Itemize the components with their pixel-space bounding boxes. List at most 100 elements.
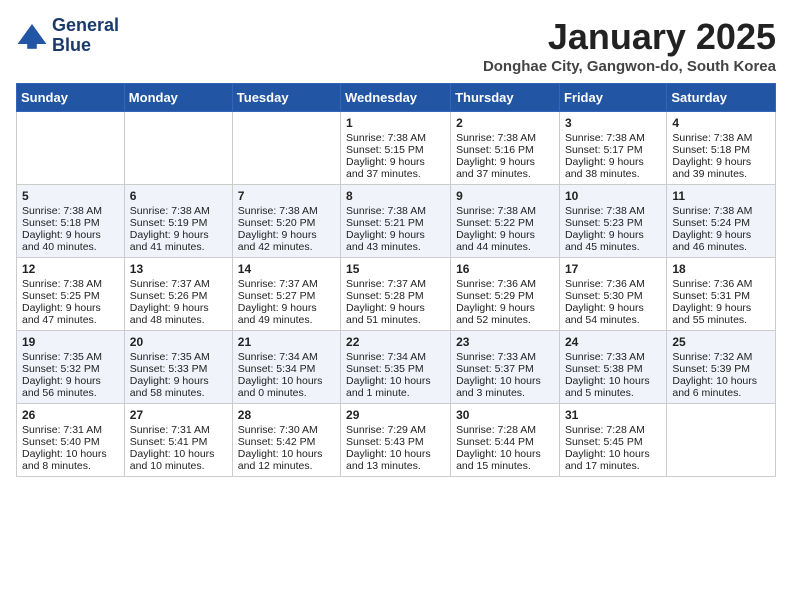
day-info: and 43 minutes. — [346, 241, 445, 253]
day-info: Daylight: 9 hours — [565, 156, 661, 168]
day-info: Sunrise: 7:34 AM — [346, 351, 445, 363]
calendar-cell: 22Sunrise: 7:34 AMSunset: 5:35 PMDayligh… — [341, 331, 451, 404]
day-number: 8 — [346, 189, 445, 203]
day-number: 3 — [565, 116, 661, 130]
day-info: Sunset: 5:27 PM — [238, 290, 335, 302]
calendar-cell: 17Sunrise: 7:36 AMSunset: 5:30 PMDayligh… — [559, 258, 666, 331]
day-info: Sunset: 5:24 PM — [672, 217, 770, 229]
calendar-cell: 25Sunrise: 7:32 AMSunset: 5:39 PMDayligh… — [667, 331, 776, 404]
day-info: and 38 minutes. — [565, 168, 661, 180]
day-info: Daylight: 9 hours — [346, 302, 445, 314]
day-info: and 15 minutes. — [456, 460, 554, 472]
day-number: 6 — [130, 189, 227, 203]
day-info: Daylight: 9 hours — [346, 229, 445, 241]
calendar-cell: 7Sunrise: 7:38 AMSunset: 5:20 PMDaylight… — [232, 185, 340, 258]
calendar-week-3: 12Sunrise: 7:38 AMSunset: 5:25 PMDayligh… — [17, 258, 776, 331]
day-number: 11 — [672, 189, 770, 203]
calendar-cell: 3 Sunrise: 7:38 AMSunset: 5:17 PMDaylight… — [559, 112, 666, 185]
day-info: Sunset: 5:37 PM — [456, 363, 554, 375]
calendar-cell: 2Sunrise: 7:38 AMSunset: 5:16 PMDaylight… — [451, 112, 560, 185]
day-info: and 12 minutes. — [238, 460, 335, 472]
day-number: 21 — [238, 335, 335, 349]
day-info: Sunset: 5:17 PM — [565, 144, 661, 156]
day-info: Sunset: 5:38 PM — [565, 363, 661, 375]
calendar-cell: 12Sunrise: 7:38 AMSunset: 5:25 PMDayligh… — [17, 258, 125, 331]
day-info: Sunrise: 7:38 AM — [672, 205, 770, 217]
calendar-cell: 20Sunrise: 7:35 AMSunset: 5:33 PMDayligh… — [124, 331, 232, 404]
day-info: Sunset: 5:31 PM — [672, 290, 770, 302]
day-info: Daylight: 10 hours — [565, 375, 661, 387]
day-number: 22 — [346, 335, 445, 349]
day-header-monday: Monday — [124, 84, 232, 112]
day-info: Daylight: 10 hours — [346, 448, 445, 460]
calendar-cell: 28Sunrise: 7:30 AMSunset: 5:42 PMDayligh… — [232, 404, 340, 477]
day-info: Daylight: 9 hours — [456, 302, 554, 314]
day-info: Sunrise: 7:28 AM — [565, 424, 661, 436]
day-info: and 58 minutes. — [130, 387, 227, 399]
day-info: Sunrise: 7:38 AM — [565, 132, 661, 144]
day-info: Daylight: 10 hours — [456, 448, 554, 460]
day-info: Sunrise: 7:34 AM — [238, 351, 335, 363]
calendar-week-4: 19Sunrise: 7:35 AMSunset: 5:32 PMDayligh… — [17, 331, 776, 404]
day-info: Sunrise: 7:38 AM — [346, 132, 445, 144]
day-number: 20 — [130, 335, 227, 349]
calendar-cell: 11Sunrise: 7:38 AMSunset: 5:24 PMDayligh… — [667, 185, 776, 258]
day-info: Sunset: 5:26 PM — [130, 290, 227, 302]
day-info: Sunset: 5:19 PM — [130, 217, 227, 229]
day-info: Daylight: 9 hours — [672, 156, 770, 168]
calendar-cell — [232, 112, 340, 185]
logo-line1: General — [52, 16, 119, 36]
day-info: Sunrise: 7:38 AM — [130, 205, 227, 217]
day-info: Sunset: 5:16 PM — [456, 144, 554, 156]
day-info: Sunset: 5:18 PM — [672, 144, 770, 156]
day-info: Sunrise: 7:38 AM — [238, 205, 335, 217]
day-number: 17 — [565, 262, 661, 276]
day-info: Sunset: 5:45 PM — [565, 436, 661, 448]
month-title: January 2025 — [483, 16, 776, 58]
day-number: 9 — [456, 189, 554, 203]
title-block: January 2025 Donghae City, Gangwon-do, S… — [483, 16, 776, 75]
calendar-cell: 5Sunrise: 7:38 AMSunset: 5:18 PMDaylight… — [17, 185, 125, 258]
day-info: Sunset: 5:44 PM — [456, 436, 554, 448]
day-number: 15 — [346, 262, 445, 276]
day-number: 31 — [565, 408, 661, 422]
day-info: Sunset: 5:28 PM — [346, 290, 445, 302]
day-info: and 55 minutes. — [672, 314, 770, 326]
calendar-cell: 10Sunrise: 7:38 AMSunset: 5:23 PMDayligh… — [559, 185, 666, 258]
day-info: Daylight: 9 hours — [22, 229, 119, 241]
logo-text: General Blue — [52, 16, 119, 56]
day-info: Daylight: 10 hours — [565, 448, 661, 460]
day-number: 19 — [22, 335, 119, 349]
logo-line2: Blue — [52, 36, 119, 56]
day-info: Sunrise: 7:38 AM — [565, 205, 661, 217]
day-info: Sunset: 5:18 PM — [22, 217, 119, 229]
day-number: 1 — [346, 116, 445, 130]
day-number: 14 — [238, 262, 335, 276]
day-info: and 3 minutes. — [456, 387, 554, 399]
day-info: Sunrise: 7:38 AM — [346, 205, 445, 217]
calendar-cell: 19Sunrise: 7:35 AMSunset: 5:32 PMDayligh… — [17, 331, 125, 404]
calendar-cell: 29Sunrise: 7:29 AMSunset: 5:43 PMDayligh… — [341, 404, 451, 477]
day-info: and 46 minutes. — [672, 241, 770, 253]
day-info: and 52 minutes. — [456, 314, 554, 326]
calendar: SundayMondayTuesdayWednesdayThursdayFrid… — [16, 83, 776, 477]
day-info: Sunset: 5:23 PM — [565, 217, 661, 229]
day-info: Sunset: 5:30 PM — [565, 290, 661, 302]
day-header-saturday: Saturday — [667, 84, 776, 112]
day-info: and 1 minute. — [346, 387, 445, 399]
day-info: Sunrise: 7:36 AM — [456, 278, 554, 290]
day-info: Daylight: 10 hours — [130, 448, 227, 460]
day-header-sunday: Sunday — [17, 84, 125, 112]
day-info: Daylight: 9 hours — [565, 229, 661, 241]
day-info: Sunrise: 7:35 AM — [130, 351, 227, 363]
calendar-cell: 8Sunrise: 7:38 AMSunset: 5:21 PMDaylight… — [341, 185, 451, 258]
day-number: 7 — [238, 189, 335, 203]
day-info: and 6 minutes. — [672, 387, 770, 399]
calendar-cell: 21Sunrise: 7:34 AMSunset: 5:34 PMDayligh… — [232, 331, 340, 404]
day-number: 30 — [456, 408, 554, 422]
day-number: 27 — [130, 408, 227, 422]
day-info: Sunrise: 7:38 AM — [22, 278, 119, 290]
day-info: Sunset: 5:41 PM — [130, 436, 227, 448]
day-header-tuesday: Tuesday — [232, 84, 340, 112]
day-info: Daylight: 10 hours — [238, 448, 335, 460]
